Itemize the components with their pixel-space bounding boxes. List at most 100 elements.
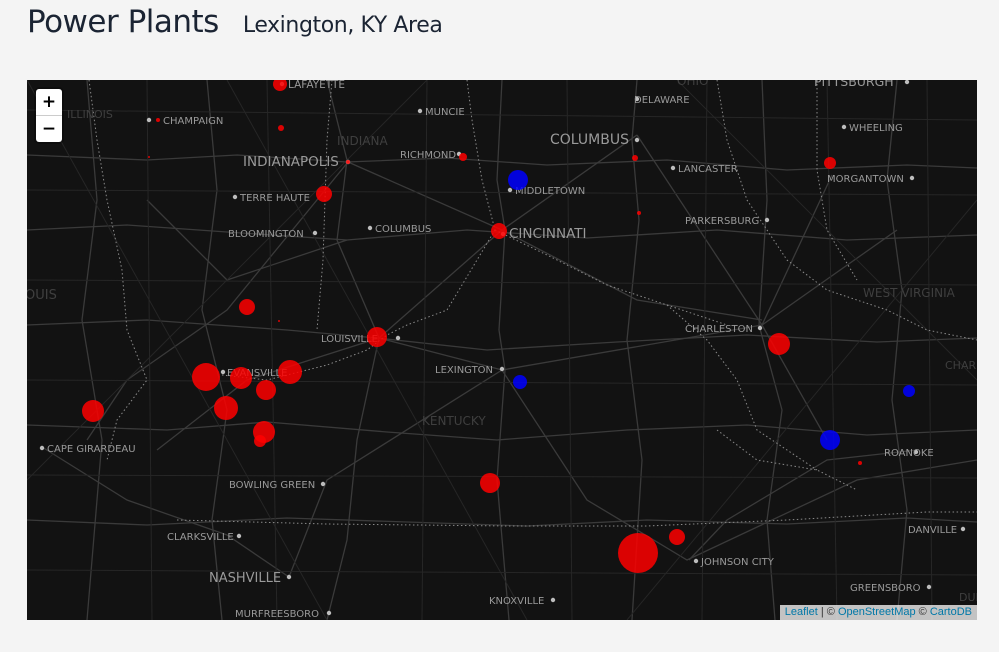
power-plant-marker[interactable] [903, 385, 915, 397]
minor-road-line [566, 80, 573, 620]
road-line [81, 80, 103, 620]
city-dot [220, 369, 226, 375]
zoom-in-button[interactable]: + [36, 89, 62, 116]
power-plant-marker[interactable] [632, 155, 638, 161]
power-plant-marker[interactable] [254, 435, 266, 447]
region-label: KENTUCKY [422, 414, 486, 428]
city-dot [909, 175, 915, 181]
city-dot [841, 124, 847, 130]
power-plant-marker[interactable] [192, 363, 220, 391]
page-title: Power Plants [27, 4, 219, 40]
city-label: DANVILLE [908, 525, 957, 536]
city-label: LANCASTER [678, 164, 738, 175]
map-attribution: Leaflet | © OpenStreetMap © CartoDB [779, 605, 977, 620]
city-dot [146, 117, 152, 123]
power-plant-marker[interactable] [491, 223, 507, 239]
city-dot [232, 194, 238, 200]
road-line [636, 134, 828, 441]
city-label: INDIANAPOLIS [243, 154, 339, 170]
city-dot [960, 526, 966, 532]
city-dot [395, 335, 401, 341]
state-borders [88, 80, 977, 527]
power-plant-marker[interactable] [618, 533, 658, 573]
power-plant-marker[interactable] [278, 360, 302, 384]
road-line [886, 80, 908, 620]
city-dot [507, 187, 513, 193]
city-label: BLOOMINGTON [228, 229, 304, 240]
map-canvas[interactable]: OHIO INDIANA KENTUCKY WEST VIRGINIA ILLINOIS… [27, 80, 977, 620]
minor-road-line [27, 189, 977, 196]
carto-link[interactable]: CartoDB [930, 606, 972, 618]
minor-road-line [626, 199, 977, 620]
power-plant-marker[interactable] [230, 367, 252, 389]
city-label: CLARKSVILLE [167, 532, 234, 543]
map-container[interactable]: + − OHIO INDIANA KENTUCKY WEST VIRGINIA ILLI… [27, 80, 977, 620]
power-plant-marker[interactable] [513, 375, 527, 389]
region-label: OHIO [677, 80, 708, 88]
region-label: INDIANA [337, 134, 388, 148]
road-line [501, 369, 977, 561]
city-label: CHAMPAIGN [163, 116, 223, 127]
power-plant-marker[interactable] [82, 400, 104, 422]
power-plant-marker[interactable] [256, 380, 276, 400]
power-plant-marker[interactable] [820, 430, 840, 450]
city-label: PITTSBURGH [814, 80, 894, 89]
city-dot [312, 230, 318, 236]
attribution-separator: © [915, 606, 930, 618]
power-plant-marker[interactable] [273, 80, 287, 91]
power-plant-marker[interactable] [239, 299, 255, 315]
leaflet-link[interactable]: Leaflet [785, 606, 818, 618]
power-plant-marker[interactable] [346, 160, 350, 164]
minor-road-line [146, 80, 153, 620]
power-plant-marker[interactable] [858, 461, 862, 465]
border-line [466, 80, 496, 231]
power-plant-marker[interactable] [669, 529, 685, 545]
minor-road-line [27, 379, 977, 386]
power-plant-marker[interactable] [316, 186, 332, 202]
city-dot [286, 574, 292, 580]
city-label: PARKERSBURG [685, 216, 759, 227]
road-line [288, 369, 503, 578]
city-label: LAFAYETTE [288, 80, 345, 91]
city-dot [550, 597, 556, 603]
city-label: NASHVILLE [209, 571, 281, 586]
osm-link[interactable]: OpenStreetMap [838, 606, 916, 618]
road-line [27, 517, 977, 527]
city-label: WHEELING [849, 123, 903, 134]
power-plant-marker[interactable] [459, 153, 467, 161]
power-plant-marker[interactable] [768, 333, 790, 355]
power-plant-marker[interactable] [637, 211, 641, 215]
city-label: MIDDLETOWN [515, 186, 585, 197]
city-label: LEXINGTON [435, 365, 493, 376]
power-plant-marker[interactable] [214, 396, 238, 420]
city-label: RICHMOND [400, 150, 456, 161]
city-label: MUNCIE [425, 107, 465, 118]
zoom-control: + − [36, 89, 62, 142]
power-plant-marker[interactable] [278, 125, 284, 131]
region-label: DUR [959, 591, 977, 604]
city-dot [326, 610, 332, 616]
power-plant-marker[interactable] [148, 156, 150, 158]
power-plant-marker[interactable] [824, 157, 836, 169]
city-dot [417, 108, 423, 114]
road-line [27, 319, 977, 351]
road-line [146, 199, 348, 281]
page-subtitle: Lexington, KY Area [242, 13, 443, 38]
power-plant-marker[interactable] [367, 327, 387, 347]
city-label: GREENSBORO [850, 583, 921, 594]
power-plant-marker[interactable] [508, 170, 528, 190]
zoom-out-button[interactable]: − [36, 116, 62, 142]
city-label: COLUMBUS [375, 224, 431, 235]
power-plant-marker[interactable] [480, 473, 500, 493]
city-dot [499, 366, 505, 372]
road-line [501, 229, 763, 321]
region-label: CHARL [945, 359, 977, 372]
page-header: Power Plants Lexington, KY Area [27, 4, 443, 40]
city-dot [320, 481, 326, 487]
city-label: MURFREESBORO [235, 609, 319, 620]
city-dot [634, 137, 640, 143]
power-plant-marker[interactable] [278, 320, 280, 322]
power-plant-marker[interactable] [156, 118, 160, 122]
city-label: TERRE HAUTE [239, 193, 310, 204]
minor-road-line [701, 80, 708, 620]
